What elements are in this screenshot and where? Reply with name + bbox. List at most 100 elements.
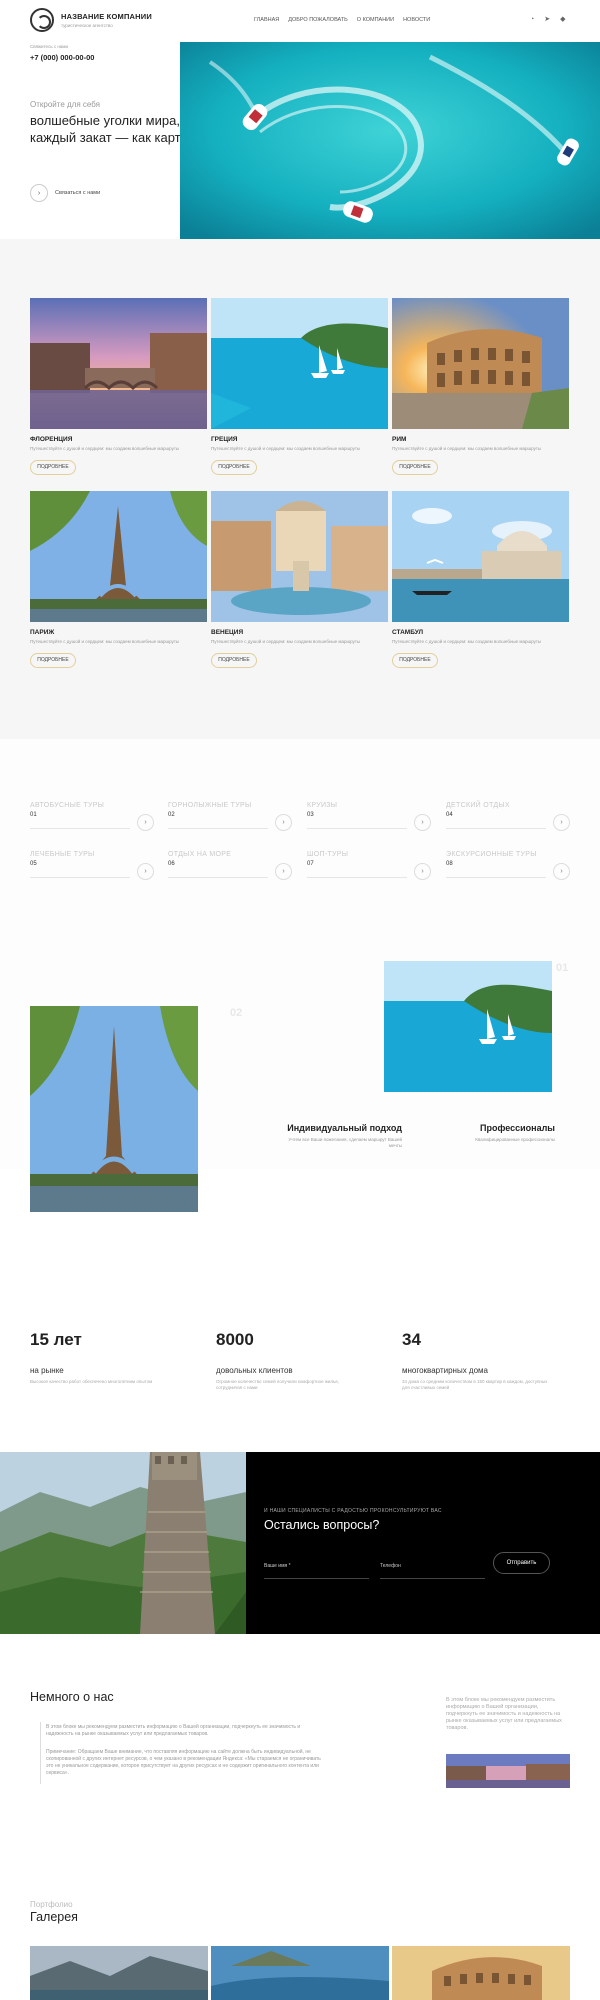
details-button[interactable]: ПОДРОБНЕЕ — [211, 652, 257, 668]
divider — [30, 828, 130, 829]
details-button[interactable]: ПОДРОБНЕЕ — [392, 652, 438, 668]
gallery-image[interactable] — [211, 1946, 389, 2000]
destination-title: СТАМБУЛ — [392, 629, 424, 636]
nav-item-news[interactable]: НОВОСТИ — [403, 17, 430, 23]
tour-number: 08 — [446, 861, 453, 867]
tour-name: ДЕТСКИЙ ОТДЫХ — [446, 802, 510, 809]
logo-icon[interactable] — [30, 8, 54, 32]
divider — [168, 877, 268, 878]
feature-image-paris — [30, 1006, 198, 1212]
feature-desc: Учтем все Ваши пожелания, сделаем маршру… — [288, 1137, 402, 1148]
company-subtitle: туристическое агентство — [61, 23, 113, 28]
tour-number: 05 — [30, 861, 37, 867]
tour-item[interactable]: ЭКСКУРСИОННЫЕ ТУРЫ 08 › — [446, 851, 571, 880]
tour-item[interactable]: АВТОБУСНЫЕ ТУРЫ 01 › — [30, 802, 155, 831]
chevron-right-icon[interactable]: › — [137, 814, 154, 831]
tour-name: ГОРНОЛЫЖНЫЕ ТУРЫ — [168, 802, 252, 809]
details-button[interactable]: ПОДРОБНЕЕ — [30, 652, 76, 668]
main-nav: ГЛАВНАЯ ДОБРО ПОЖАЛОВАТЬ О КОМПАНИИ НОВО… — [254, 17, 430, 23]
about-paragraph: В этом блоке мы рекомендуем разместить и… — [46, 1724, 301, 1737]
cta-image-great-wall — [0, 1452, 246, 1634]
about-note: Примечание: Обращаем Ваше внимание, что … — [46, 1749, 321, 1776]
destination-card-venice[interactable]: ВЕНЕЦИЯ Путешествуйте с душой и сердцем:… — [211, 491, 388, 668]
nav-item-about[interactable]: О КОМПАНИИ — [357, 17, 394, 23]
destination-card-rome[interactable]: РИМ Путешествуйте с душой и сердцем: мы … — [392, 298, 569, 475]
divider — [446, 828, 546, 829]
stat-number: 15 лет — [30, 1330, 82, 1349]
destination-card-greece[interactable]: ГРЕЦИЯ Путешествуйте с душой и сердцем: … — [211, 298, 388, 475]
send-button[interactable]: Отправить — [493, 1552, 550, 1574]
stat-number: 34 — [402, 1330, 421, 1349]
chevron-right-icon[interactable]: › — [137, 863, 154, 880]
whatsapp-icon[interactable]: ◔ — [530, 16, 534, 24]
destination-desc: Путешествуйте с душой и сердцем: мы созд… — [30, 639, 180, 644]
details-button[interactable]: ПОДРОБНЕЕ — [30, 459, 76, 475]
nav-item-welcome[interactable]: ДОБРО ПОЖАЛОВАТЬ — [288, 17, 348, 23]
feature-number: 02 — [230, 1007, 243, 1019]
name-input[interactable]: Ваше имя * — [264, 1555, 369, 1579]
feature-title: Индивидуальный подход — [287, 1123, 402, 1133]
tour-item[interactable]: ЛЕЧЕБНЫЕ ТУРЫ 05 › — [30, 851, 155, 880]
tour-item[interactable]: ОТДЫХ НА МОРЕ 06 › — [168, 851, 293, 880]
stat-label: на рынке — [30, 1366, 64, 1375]
chevron-right-icon[interactable]: › — [275, 863, 292, 880]
company-name[interactable]: НАЗВАНИЕ КОМПАНИИ — [61, 12, 152, 21]
vk-icon[interactable]: ◆ — [560, 16, 565, 24]
stat-item: 8000 довольных клиентов Огромное количес… — [216, 1330, 366, 1391]
destination-card-istanbul[interactable]: СТАМБУЛ Путешествуйте с душой и сердцем:… — [392, 491, 569, 668]
tour-item[interactable]: ГОРНОЛЫЖНЫЕ ТУРЫ 02 › — [168, 802, 293, 831]
cta-eyebrow: И НАШИ СПЕЦИАЛИСТЫ С РАДОСТЬЮ ПРОКОНСУЛЬ… — [264, 1508, 442, 1514]
destination-title: ВЕНЕЦИЯ — [211, 629, 244, 636]
stat-item: 15 лет на рынке Высокое качество работ о… — [30, 1330, 180, 1385]
telegram-icon[interactable]: ➤ — [544, 16, 550, 24]
chevron-right-icon[interactable]: › — [414, 863, 431, 880]
quote-bar — [40, 1722, 41, 1784]
destination-title: ПАРИЖ — [30, 629, 55, 636]
tour-item[interactable]: ДЕТСКИЙ ОТДЫХ 04 › — [446, 802, 571, 831]
tour-name: ЭКСКУРСИОННЫЕ ТУРЫ — [446, 851, 537, 858]
destination-title: РИМ — [392, 436, 407, 443]
feature-desc: Квалифицированные профессионалы — [475, 1137, 555, 1142]
stat-desc: Огромное количество семей получили комфо… — [216, 1379, 340, 1390]
chevron-right-icon[interactable]: › — [275, 814, 292, 831]
feature-number: 01 — [556, 962, 569, 974]
gallery-eyebrow: Портфолио — [30, 1900, 73, 1909]
phone-input[interactable]: Телефон — [380, 1555, 485, 1579]
hero-image-jetskis — [180, 42, 600, 239]
destination-desc: Путешествуйте с душой и сердцем: мы созд… — [211, 446, 361, 451]
paris-image — [30, 491, 207, 622]
florence-image — [30, 298, 207, 429]
contact-link[interactable]: Связаться с нами — [55, 190, 100, 196]
feature-title: Профессионалы — [480, 1123, 555, 1133]
tour-number: 01 — [30, 812, 37, 818]
phone-number[interactable]: +7 (000) 000-00-00 — [30, 53, 94, 62]
about-side-text: В этом блоке мы рекомендуем разместить и… — [446, 1697, 562, 1731]
gallery-image[interactable] — [30, 1946, 208, 2000]
details-button[interactable]: ПОДРОБНЕЕ — [392, 459, 438, 475]
destination-title: ГРЕЦИЯ — [211, 436, 238, 443]
site-header: НАЗВАНИЕ КОМПАНИИ туристическое агентств… — [0, 0, 600, 42]
destination-card-florence[interactable]: ФЛОРЕНЦИЯ Путешествуйте с душой и сердце… — [30, 298, 207, 475]
tour-number: 04 — [446, 812, 453, 818]
social-links: ◔ ➤ ◆ — [530, 16, 566, 24]
destination-card-paris[interactable]: ПАРИЖ Путешествуйте с душой и сердцем: м… — [30, 491, 207, 668]
divider — [307, 828, 407, 829]
gallery-image[interactable] — [392, 1946, 570, 2000]
tour-item[interactable]: ШОП-ТУРЫ 07 › — [307, 851, 432, 880]
stat-desc: 34 дома со средним количеством в 150 ква… — [402, 1379, 548, 1390]
destination-title: ФЛОРЕНЦИЯ — [30, 436, 73, 443]
contact-arrow-button[interactable]: › — [30, 184, 48, 202]
stat-desc: Высокое качество работ обеспечено многол… — [30, 1379, 153, 1384]
nav-item-home[interactable]: ГЛАВНАЯ — [254, 17, 279, 23]
tour-number: 07 — [307, 861, 314, 867]
rome-image — [392, 298, 569, 429]
details-button[interactable]: ПОДРОБНЕЕ — [211, 459, 257, 475]
chevron-right-icon[interactable]: › — [553, 814, 570, 831]
about-title: Немного о нас — [30, 1690, 114, 1704]
tour-item[interactable]: КРУИЗЫ 03 › — [307, 802, 432, 831]
chevron-right-icon[interactable]: › — [414, 814, 431, 831]
tour-number: 02 — [168, 812, 175, 818]
chevron-right-icon[interactable]: › — [553, 863, 570, 880]
greece-image — [211, 298, 388, 429]
divider — [30, 877, 130, 878]
